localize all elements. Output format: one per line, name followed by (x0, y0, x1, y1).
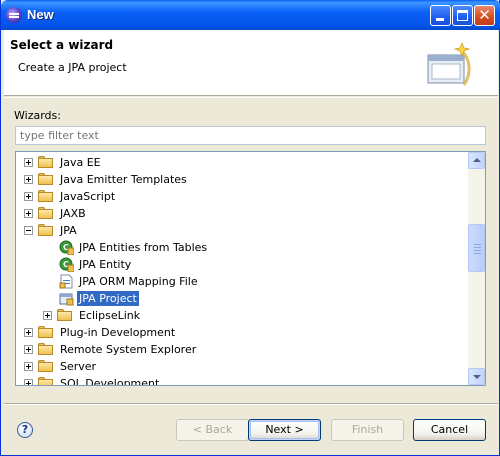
tree-item-java-emitter-templates[interactable]: Java Emitter Templates (16, 171, 468, 188)
expand-icon[interactable] (24, 345, 33, 354)
folder-icon (38, 343, 54, 356)
tree-item-label: JPA ORM Mapping File (79, 275, 198, 288)
wizard-header: Select a wizard Create a JPA project (4, 30, 498, 96)
orm-file-icon (59, 274, 73, 289)
expand-icon[interactable] (24, 362, 33, 371)
tree-item-jpa-orm-mapping-file[interactable]: JPA ORM Mapping File (16, 273, 468, 290)
tree-item-label: EclipseLink (79, 309, 141, 322)
page-description: Create a JPA project (18, 61, 127, 74)
eclipse-icon (6, 7, 22, 23)
tree-item-label: JPA Entities from Tables (79, 241, 208, 254)
tree-item-label: Server (60, 360, 97, 373)
tree-item-label: Java Emitter Templates (60, 173, 187, 186)
expand-icon[interactable] (43, 311, 52, 320)
tree-item-label: JPA Project (77, 291, 139, 306)
filter-input[interactable] (15, 126, 486, 145)
expand-icon[interactable] (24, 175, 33, 184)
title-bar[interactable]: New ✕ (1, 0, 500, 30)
tree-content: Java EE Java Emitter Templates JavaScrip… (16, 152, 468, 385)
footer-separator (4, 403, 498, 405)
arrow-down-icon (473, 375, 481, 379)
cancel-button[interactable]: Cancel (413, 419, 486, 441)
close-icon: ✕ (478, 6, 491, 24)
help-icon[interactable]: ? (17, 422, 33, 438)
scroll-up-button[interactable] (468, 152, 485, 169)
tree-item-label: JPA Entity (79, 258, 132, 271)
tree-item-label: Java EE (60, 156, 101, 169)
tree-item-label: SQL Development (60, 377, 160, 386)
tree-item-remote-system-explorer[interactable]: Remote System Explorer (16, 341, 468, 358)
tree-item-label: JAXB (60, 207, 86, 220)
collapse-icon[interactable] (24, 226, 33, 235)
tree-item-label: JavaScript (60, 190, 116, 203)
tree-item-jpa-project[interactable]: JPA Project (16, 290, 468, 307)
maximize-icon (457, 10, 468, 21)
arrow-up-icon (473, 158, 481, 162)
expand-icon[interactable] (24, 379, 33, 385)
expand-icon[interactable] (24, 158, 33, 167)
tree-item-sql-development[interactable]: SQL Development (16, 375, 468, 386)
tree-item-eclipselink[interactable]: EclipseLink (16, 307, 468, 324)
minimize-icon (436, 18, 444, 21)
scroll-down-button[interactable] (468, 368, 485, 385)
finish-button[interactable]: Finish (331, 419, 404, 441)
scroll-thumb[interactable] (468, 224, 485, 272)
tree-item-java-ee[interactable]: Java EE (16, 154, 468, 171)
jpa-project-icon (59, 293, 74, 306)
tree-item-jpa-entities-from-tables[interactable]: C JPA Entities from Tables (16, 239, 468, 256)
folder-icon (38, 156, 54, 169)
close-button[interactable]: ✕ (474, 5, 495, 26)
folder-icon (38, 360, 54, 373)
next-button[interactable]: Next > (248, 419, 321, 441)
folder-icon (38, 207, 54, 220)
folder-open-icon (38, 224, 54, 237)
minimize-button[interactable] (430, 5, 451, 26)
maximize-button[interactable] (452, 5, 473, 26)
jpa-entity-icon: C (59, 257, 74, 272)
tree-item-label: Remote System Explorer (60, 343, 197, 356)
wizards-label: Wizards: (14, 109, 61, 122)
jpa-entities-icon: C (59, 240, 74, 255)
vertical-scrollbar[interactable] (468, 152, 485, 385)
folder-icon (38, 190, 54, 203)
expand-icon[interactable] (24, 328, 33, 337)
tree-item-jaxb[interactable]: JAXB (16, 205, 468, 222)
tree-item-server[interactable]: Server (16, 358, 468, 375)
expand-icon[interactable] (24, 209, 33, 218)
tree-item-label: Plug-in Development (60, 326, 176, 339)
wizard-banner-icon (427, 42, 471, 86)
folder-icon (38, 326, 54, 339)
wizard-tree[interactable]: Java EE Java Emitter Templates JavaScrip… (15, 151, 486, 386)
window-title: New (27, 7, 54, 22)
folder-icon (57, 309, 73, 322)
tree-item-label: JPA (60, 224, 77, 237)
back-button[interactable]: < Back (176, 419, 249, 441)
new-wizard-dialog: New ✕ Select a wizard Create a JPA proje… (0, 0, 500, 456)
tree-item-jpa[interactable]: JPA (16, 222, 468, 239)
folder-icon (38, 173, 54, 186)
page-title: Select a wizard (10, 38, 114, 52)
tree-item-javascript[interactable]: JavaScript (16, 188, 468, 205)
folder-icon (38, 377, 54, 385)
header-separator (4, 97, 498, 98)
expand-icon[interactable] (24, 192, 33, 201)
tree-item-jpa-entity[interactable]: C JPA Entity (16, 256, 468, 273)
tree-item-plug-in-development[interactable]: Plug-in Development (16, 324, 468, 341)
